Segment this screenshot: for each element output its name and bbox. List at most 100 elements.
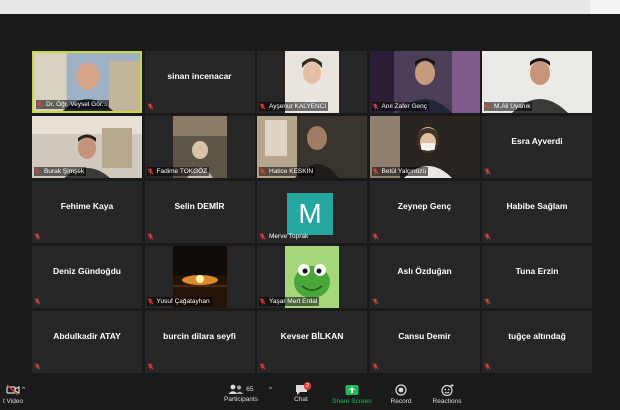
chat-button[interactable]: 2 Chat: [286, 382, 316, 403]
muted-mic-icon: [259, 298, 266, 305]
participant-tile[interactable]: Aslı Özduğan: [369, 246, 480, 308]
participant-tile[interactable]: M.Ali Uyanık: [482, 51, 592, 113]
chat-label: Chat: [294, 396, 308, 403]
participant-tile[interactable]: Selin DEMİR: [144, 181, 255, 243]
participant-tile[interactable]: sinan incenacar: [144, 51, 255, 113]
record-label: Record: [390, 398, 412, 405]
muted-mic-icon: [484, 298, 491, 305]
participant-tile[interactable]: Ayşenur KALYENCİ: [257, 51, 367, 113]
muted-mic-icon: [371, 103, 379, 110]
participant-tile[interactable]: Abdulkadir ATAY: [32, 311, 142, 373]
participant-name: burcin dilara seyfi: [163, 331, 236, 341]
participant-name: Yaşar Mert Erdal: [269, 298, 318, 305]
muted-mic-icon: [146, 103, 154, 110]
participant-tile[interactable]: Deniz Gündoğdu: [32, 246, 142, 308]
reactions-icon: [440, 384, 453, 396]
participant-name: Zeynep Genç: [397, 201, 452, 211]
muted-mic-icon: [146, 298, 154, 305]
participant-name: Cansu Demir: [398, 331, 451, 341]
participant-label: [484, 297, 496, 306]
participant-label: Yaşar Mert Erdal: [259, 297, 320, 306]
muted-mic-icon: [36, 101, 43, 108]
participant-label: [484, 362, 496, 371]
share-screen-label: Share Screen: [332, 398, 372, 405]
browser-tab-strip: [0, 0, 590, 14]
participant-name: Betül Yalçınözü: [381, 168, 427, 175]
muted-mic-icon: [371, 168, 379, 175]
reactions-button[interactable]: Reactions: [430, 384, 464, 405]
participant-label: [34, 362, 46, 371]
participant-label: Dr. Öğr. Veysel Gör...: [36, 100, 110, 109]
browser-top-bar: [0, 0, 620, 14]
muted-mic-icon: [371, 298, 379, 305]
participant-tile[interactable]: Zeynep Genç: [369, 181, 480, 243]
participant-name: M.Ali Uyanık: [494, 103, 531, 110]
muted-mic-icon: [146, 363, 154, 370]
video-options-caret[interactable]: ^: [22, 386, 25, 393]
start-video-label: t Video: [2, 398, 24, 405]
participant-tile[interactable]: tuğçe altındağ: [482, 311, 592, 373]
participant-label: [34, 232, 46, 241]
participant-label: [259, 362, 271, 371]
participant-tile[interactable]: Betül Yalçınözü: [369, 116, 480, 178]
participant-name: Anıl Zafer Genç: [381, 103, 428, 110]
participant-name: Esra Ayverdi: [511, 136, 563, 146]
participant-avatar: M: [287, 193, 333, 235]
participant-name: Aslı Özduğan: [397, 266, 452, 276]
muted-mic-icon: [34, 168, 41, 175]
participant-tile[interactable]: Anıl Zafer Genç: [369, 51, 480, 113]
participant-label: Ayşenur KALYENCİ: [259, 102, 329, 111]
participants-count: 65: [246, 386, 254, 393]
muted-mic-icon: [259, 168, 266, 175]
participant-tile[interactable]: Yaşar Mert Erdal: [257, 246, 367, 308]
participant-tile[interactable]: M Merve Toprak: [257, 181, 367, 243]
meeting-controls-bar: t Video ^ 65 Participants ^ 2 Chat Share…: [0, 380, 620, 410]
participant-name: Kevser BİLKAN: [280, 331, 344, 341]
participant-tile[interactable]: Habibe Sağlam: [482, 181, 592, 243]
participant-tile[interactable]: Kevser BİLKAN: [257, 311, 367, 373]
muted-mic-icon: [146, 168, 154, 175]
participant-label: Burak Şimşek: [34, 167, 87, 176]
participant-tile[interactable]: Dr. Öğr. Veysel Gör...: [32, 51, 142, 113]
record-button[interactable]: Record: [386, 384, 416, 405]
participant-tile[interactable]: Hatice KESKİN: [257, 116, 367, 178]
share-screen-button[interactable]: Share Screen: [329, 384, 375, 405]
share-screen-icon: [345, 385, 359, 395]
participant-label: Anıl Zafer Genç: [371, 102, 430, 111]
participant-name: Fadime TOKGÖZ: [156, 168, 208, 175]
participant-name: Dr. Öğr. Veysel Gör...: [46, 101, 108, 108]
participant-tile[interactable]: Fadime TOKGÖZ: [144, 116, 255, 178]
participant-name: Abdulkadir ATAY: [53, 331, 121, 341]
participant-name: tuğçe altındağ: [508, 331, 566, 341]
participant-label: [484, 167, 496, 176]
participant-tile[interactable]: Fehime Kaya: [32, 181, 142, 243]
participant-tile[interactable]: Esra Ayverdi: [482, 116, 592, 178]
participant-tile[interactable]: burcin dilara seyfi: [144, 311, 255, 373]
participant-name: Ayşenur KALYENCİ: [269, 103, 327, 110]
video-off-icon: [6, 384, 20, 396]
participant-name: Merve Toprak: [269, 233, 309, 240]
muted-mic-icon: [259, 233, 266, 240]
participant-label: [371, 297, 384, 306]
participant-name: Hatice KESKİN: [269, 168, 314, 175]
participant-label: [484, 232, 496, 241]
participant-label: Hatice KESKİN: [259, 167, 316, 176]
muted-mic-icon: [34, 363, 41, 370]
participant-name: Burak Şimşek: [44, 168, 85, 175]
participant-name: Fehime Kaya: [60, 201, 114, 211]
participant-tile[interactable]: Yusuf Çağatayhan: [144, 246, 255, 308]
participants-icon: [228, 384, 244, 394]
participant-label: M.Ali Uyanık: [484, 102, 533, 111]
muted-mic-icon: [371, 363, 379, 370]
participant-tile[interactable]: Tuna Erzin: [482, 246, 592, 308]
muted-mic-icon: [484, 363, 491, 370]
muted-mic-icon: [484, 103, 491, 110]
participant-name: Yusuf Çağatayhan: [156, 298, 210, 305]
participant-tile[interactable]: Burak Şimşek: [32, 116, 142, 178]
participant-label: Fadime TOKGÖZ: [146, 167, 210, 176]
muted-mic-icon: [34, 233, 41, 240]
participants-options-caret[interactable]: ^: [269, 386, 272, 393]
participant-tile[interactable]: Cansu Demir: [369, 311, 480, 373]
muted-mic-icon: [259, 363, 266, 370]
participants-button[interactable]: 65 Participants: [218, 384, 264, 403]
